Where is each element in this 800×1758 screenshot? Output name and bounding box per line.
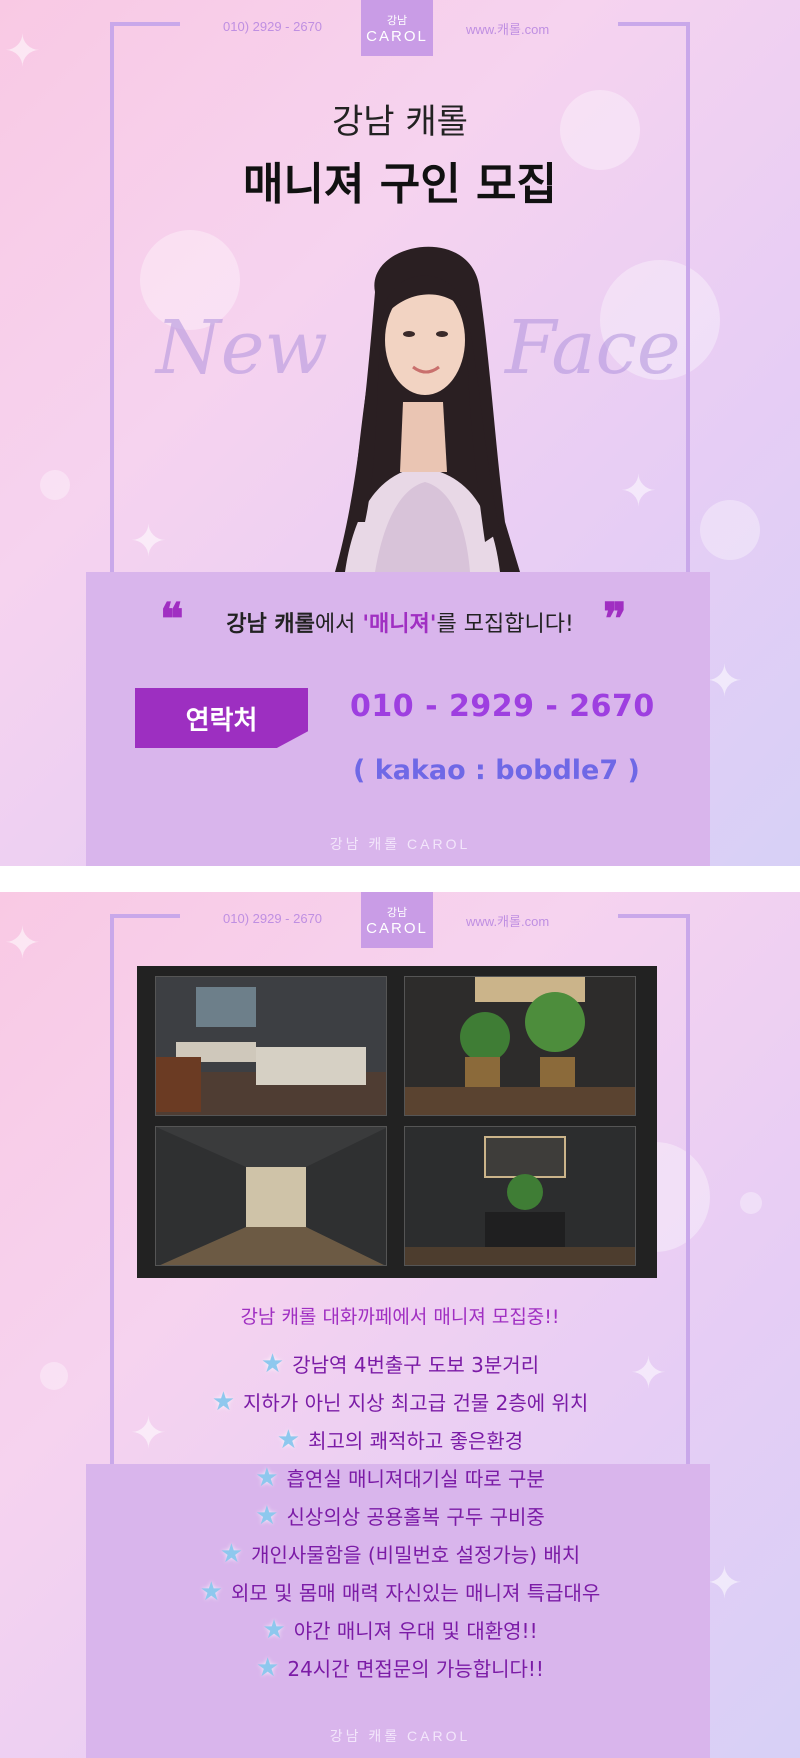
interior-photo-hallway — [155, 1126, 387, 1266]
recruit-brand: 강남 캐롤 — [226, 612, 315, 637]
brand-logo: 강남 CAROL — [361, 892, 433, 948]
header-website: www.캐롤.com — [466, 22, 550, 37]
footer-brand: 강남 캐롤 CAROL — [329, 836, 471, 852]
header-phone: 010) 2929 - 2670 — [223, 911, 323, 926]
contact-kakao[interactable]: ( kakao : bobdle7 ) — [353, 755, 640, 786]
frame-line — [618, 914, 690, 918]
star-icon: ★ — [260, 1349, 285, 1379]
sparkle-icon: ✦ — [130, 516, 167, 567]
frame-line — [110, 22, 180, 26]
poster-subtitle: 강남 캐롤 — [332, 102, 468, 142]
model-photo — [335, 246, 520, 572]
frame-line — [110, 914, 180, 918]
cafe-title: 강남 캐롤 대화까페에서 매니져 모집중!! — [240, 1306, 560, 1328]
logo-korean: 강남 — [386, 15, 408, 27]
list-item: ★ 외모 및 몸매 매력 자신있는 매니져 특급대우 — [0, 1577, 800, 1611]
frame-line — [618, 22, 690, 26]
star-icon: ★ — [276, 1425, 301, 1455]
contact-phone[interactable]: 010 - 2929 - 2670 — [350, 689, 655, 724]
logo-korean: 강남 — [386, 907, 408, 919]
logo-english: CAROL — [366, 920, 428, 937]
interior-photo-plants — [404, 976, 636, 1116]
bokeh-circle — [740, 1192, 762, 1214]
sparkle-icon: ✦ — [706, 656, 743, 707]
logo-english: CAROL — [366, 28, 428, 45]
cafe-poster: ✦ ✦ ✦ ✦ 010) 2929 - 2670 강남 CAROL www.캐롤… — [0, 892, 800, 1758]
list-item: ★ 야간 매니져 우대 및 대환영!! — [0, 1615, 800, 1649]
bokeh-circle — [40, 470, 70, 500]
interior-photo-corner — [404, 1126, 636, 1266]
brand-logo: 강남 CAROL — [361, 0, 433, 56]
feature-text: 신상의상 공용홀복 구두 구비중 — [286, 1505, 545, 1529]
sparkle-icon: ✦ — [4, 918, 41, 969]
interior-gallery — [137, 966, 657, 1278]
list-item: ★ 24시간 면접문의 가능합니다!! — [0, 1653, 800, 1687]
feature-text: 최고의 쾌적하고 좋은환경 — [308, 1429, 524, 1453]
feature-text: 흡연실 매니져대기실 따로 구분 — [286, 1467, 545, 1491]
list-item: ★ 강남역 4번출구 도보 3분거리 — [0, 1349, 800, 1383]
sparkle-icon: ✦ — [620, 466, 657, 517]
star-icon: ★ — [256, 1653, 280, 1683]
feature-text: 지하가 아닌 지상 최고급 건물 2층에 위치 — [243, 1391, 589, 1415]
list-item: ★ 최고의 쾌적하고 좋은환경 — [0, 1425, 800, 1459]
footer-brand: 강남 캐롤 CAROL — [329, 1728, 471, 1744]
recruit-text: 에서 — [314, 612, 363, 637]
recruit-role: '매니져' — [362, 612, 437, 637]
star-icon: ★ — [255, 1501, 279, 1531]
star-icon: ★ — [262, 1615, 286, 1645]
list-item: ★ 지하가 아닌 지상 최고급 건물 2층에 위치 — [0, 1387, 800, 1421]
bokeh-circle — [700, 500, 760, 560]
sparkle-icon: ✦ — [4, 26, 41, 77]
header-website: www.캐롤.com — [466, 914, 550, 929]
recruit-poster: ✦ ✦ ✦ ✦ 010) 2929 - 2670 강남 CAROL www.캐롤… — [0, 0, 800, 866]
script-word-new: New — [156, 305, 328, 391]
feature-text: 개인사물함을 (비밀번호 설정가능) 배치 — [251, 1543, 581, 1567]
star-icon: ★ — [219, 1539, 244, 1569]
contact-label: 연락처 — [135, 688, 308, 748]
list-item: ★ 흡연실 매니져대기실 따로 구분 — [0, 1463, 800, 1497]
recruit-message: 강남 캐롤에서 '매니져'를 모집합니다! — [0, 606, 800, 638]
star-icon: ★ — [255, 1463, 279, 1493]
feature-text: 외모 및 몸매 매력 자신있는 매니져 특급대우 — [230, 1581, 601, 1605]
star-icon: ★ — [211, 1387, 236, 1417]
list-item: ★ 개인사물함을 (비밀번호 설정가능) 배치 — [0, 1539, 800, 1573]
poster-title: 매니져 구인 모집 — [243, 159, 557, 210]
interior-photo-lounge — [155, 976, 387, 1116]
list-item: ★ 신상의상 공용홀복 구두 구비중 — [0, 1501, 800, 1535]
star-icon: ★ — [199, 1577, 223, 1607]
feature-text: 강남역 4번출구 도보 3분거리 — [292, 1353, 540, 1377]
recruit-text: 를 모집합니다! — [436, 612, 574, 637]
feature-text: 24시간 면접문의 가능합니다!! — [287, 1657, 544, 1681]
header-phone: 010) 2929 - 2670 — [223, 19, 323, 34]
feature-text: 야간 매니져 우대 및 대환영!! — [293, 1619, 538, 1643]
